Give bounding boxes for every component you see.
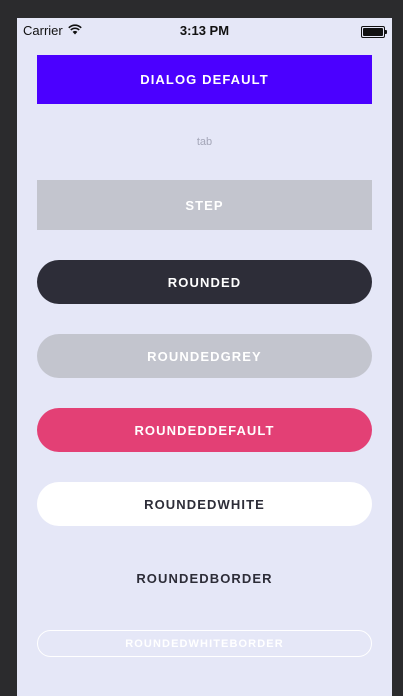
rounded-default-button[interactable]: ROUNDEDDEFAULT bbox=[37, 408, 372, 452]
status-bar: Carrier 3:13 PM bbox=[17, 18, 392, 42]
rounded-button[interactable]: ROUNDED bbox=[37, 260, 372, 304]
status-time: 3:13 PM bbox=[179, 23, 230, 38]
rounded-white-border-button[interactable]: ROUNDEDWHITEBORDER bbox=[37, 630, 372, 657]
battery-level bbox=[363, 28, 383, 36]
step-button[interactable]: STEP bbox=[37, 180, 372, 230]
tab-label[interactable]: tab bbox=[17, 136, 392, 148]
battery-icon bbox=[361, 26, 387, 38]
rounded-border-button[interactable]: ROUNDEDBORDER bbox=[37, 556, 372, 600]
dialog-default-button[interactable]: DIALOG DEFAULT bbox=[37, 55, 372, 104]
rounded-grey-button[interactable]: ROUNDEDGREY bbox=[37, 334, 372, 378]
device-screen: Carrier 3:13 PM DIALOG DEFAULT tab STEP … bbox=[17, 18, 392, 696]
rounded-white-button[interactable]: ROUNDEDWHITE bbox=[37, 482, 372, 526]
